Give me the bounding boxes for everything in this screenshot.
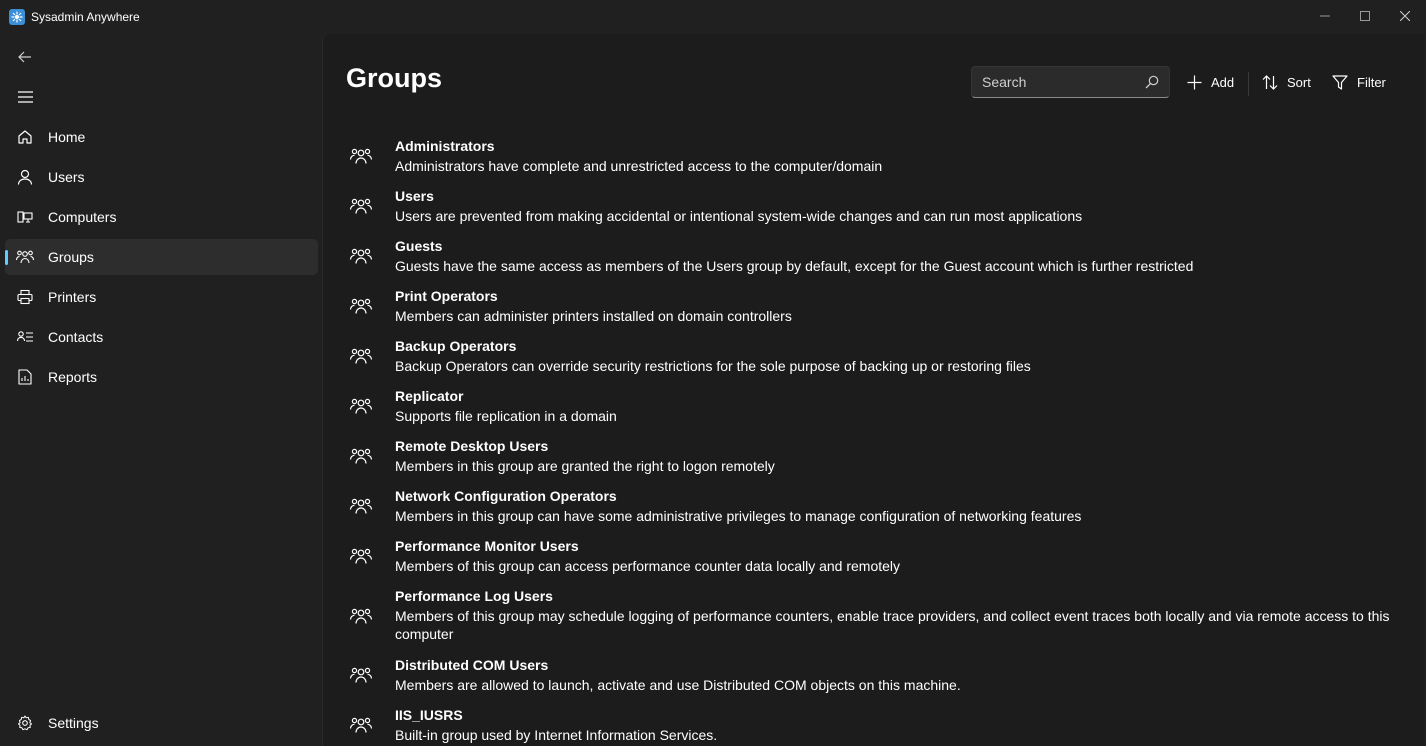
- group-name: Guests: [395, 238, 443, 254]
- nav-label-groups: Groups: [48, 249, 94, 265]
- group-name: Network Configuration Operators: [395, 488, 617, 504]
- group-name: Backup Operators: [395, 338, 517, 354]
- people-icon: [349, 295, 373, 319]
- people-icon: [349, 545, 373, 569]
- group-name: Print Operators: [395, 288, 498, 304]
- group-description: Guests have the same access as members o…: [395, 258, 1194, 274]
- filter-icon: [1332, 74, 1348, 90]
- hamburger-menu-button[interactable]: [10, 82, 40, 112]
- people-icon: [349, 495, 373, 519]
- group-list-item[interactable]: Guests Guests have the same access as mem…: [343, 238, 1413, 278]
- people-icon: [349, 605, 373, 629]
- back-button[interactable]: [10, 42, 40, 72]
- nav-item-home[interactable]: Home: [5, 119, 318, 155]
- group-name: Performance Log Users: [395, 588, 553, 604]
- people-icon: [349, 664, 373, 688]
- group-name: Users: [395, 188, 434, 204]
- people-icon: [349, 714, 373, 738]
- window-title: Sysadmin Anywhere: [31, 10, 140, 24]
- nav-item-computers[interactable]: Computers: [5, 199, 318, 235]
- group-list-item[interactable]: Replicator Supports file replication in a…: [343, 388, 1413, 428]
- maximize-button[interactable]: [1345, 0, 1385, 32]
- group-description: Members of this group may schedule loggi…: [395, 608, 1390, 642]
- group-list-item[interactable]: IIS_IUSRS Built-in group used by Internet…: [343, 707, 1413, 746]
- search-icon[interactable]: [1145, 75, 1159, 89]
- group-list-item[interactable]: Administrators Administrators have comple…: [343, 138, 1413, 178]
- nav-item-groups[interactable]: Groups: [5, 239, 318, 275]
- back-arrow-icon: [18, 51, 31, 63]
- nav-label-printers: Printers: [48, 289, 97, 305]
- people-icon: [349, 395, 373, 419]
- group-list-item[interactable]: Remote Desktop Users Members in this grou…: [343, 438, 1413, 478]
- group-description: Members of this group can access perform…: [395, 558, 901, 574]
- people-icon: [349, 445, 373, 469]
- group-list-item[interactable]: Performance Monitor Users Members of this…: [343, 538, 1413, 578]
- group-description: Built-in group used by Internet Informat…: [395, 727, 718, 743]
- toolbar-divider: [1248, 72, 1249, 96]
- search-input[interactable]: [982, 74, 1132, 90]
- group-description: Backup Operators can override security r…: [395, 358, 1031, 374]
- page-title: Groups: [346, 63, 443, 93]
- close-button[interactable]: [1385, 0, 1425, 32]
- nav-label-settings: Settings: [48, 715, 99, 731]
- nav-label-contacts: Contacts: [48, 329, 104, 345]
- sort-button[interactable]: Sort: [1262, 66, 1311, 98]
- group-description: Members are allowed to launch, activate …: [395, 677, 961, 693]
- add-button[interactable]: Add: [1187, 66, 1234, 98]
- sort-label: Sort: [1287, 74, 1311, 90]
- app-logo-icon: [9, 9, 25, 25]
- printer-icon: [16, 288, 34, 306]
- people-icon: [349, 145, 373, 169]
- people-icon: [349, 245, 373, 269]
- people-icon: [349, 195, 373, 219]
- nav-label-computers: Computers: [48, 209, 117, 225]
- report-icon: [16, 368, 34, 386]
- navigation-pane: Home Users Computers Groups Printers Con…: [0, 34, 322, 746]
- content-pane: Groups Add Sort Filter AdministratorsAdm…: [322, 34, 1425, 746]
- plus-icon: [1187, 75, 1202, 89]
- people-icon: [16, 248, 34, 266]
- add-label: Add: [1211, 74, 1235, 90]
- nav-label-reports: Reports: [48, 369, 98, 385]
- group-description: Supports file replication in a domain: [395, 408, 617, 424]
- nav-item-contacts[interactable]: Contacts: [5, 319, 318, 355]
- group-list-item[interactable]: Performance Log Users Members of this gro…: [343, 588, 1413, 648]
- group-name: Performance Monitor Users: [395, 538, 579, 554]
- nav-label-home: Home: [48, 129, 86, 145]
- filter-button[interactable]: Filter: [1332, 66, 1386, 98]
- filter-label: Filter: [1357, 74, 1386, 90]
- group-description: Members in this group can have some admi…: [395, 508, 1082, 524]
- group-description: Members in this group are granted the ri…: [395, 458, 775, 474]
- gear-icon: [16, 714, 34, 732]
- sort-icon: [1262, 74, 1278, 90]
- group-description: Members can administer printers installe…: [395, 308, 792, 324]
- nav-item-reports[interactable]: Reports: [5, 359, 318, 395]
- selection-indicator: [5, 250, 8, 265]
- home-icon: [16, 128, 34, 146]
- group-name: Administrators: [395, 138, 495, 154]
- people-icon: [349, 345, 373, 369]
- group-list-item[interactable]: Print Operators Members can administer pr…: [343, 288, 1413, 328]
- search-box[interactable]: [971, 66, 1170, 98]
- contact-card-icon: [16, 328, 34, 346]
- group-name: Remote Desktop Users: [395, 438, 549, 454]
- title-bar: Sysadmin Anywhere: [0, 0, 1426, 34]
- group-description: Users are prevented from making accident…: [395, 208, 1083, 224]
- computer-icon: [16, 208, 34, 226]
- group-list-item[interactable]: Network Configuration Operators Members i…: [343, 488, 1413, 528]
- group-list-item[interactable]: Distributed COM Users Members are allowed…: [343, 657, 1413, 697]
- group-name: Distributed COM Users: [395, 657, 549, 673]
- minimize-button[interactable]: [1305, 0, 1345, 32]
- user-icon: [16, 168, 34, 186]
- hamburger-icon: [17, 91, 33, 103]
- nav-item-settings[interactable]: Settings: [5, 705, 318, 741]
- nav-item-users[interactable]: Users: [5, 159, 318, 195]
- nav-item-printers[interactable]: Printers: [5, 279, 318, 315]
- group-name: IIS_IUSRS: [395, 707, 463, 723]
- group-name: Replicator: [395, 388, 464, 404]
- group-list-item[interactable]: Users Users are prevented from making acc…: [343, 188, 1413, 228]
- group-description: Administrators have complete and unrestr…: [395, 158, 883, 174]
- nav-label-users: Users: [48, 169, 85, 185]
- group-list-item[interactable]: Backup Operators Backup Operators can ove…: [343, 338, 1413, 378]
